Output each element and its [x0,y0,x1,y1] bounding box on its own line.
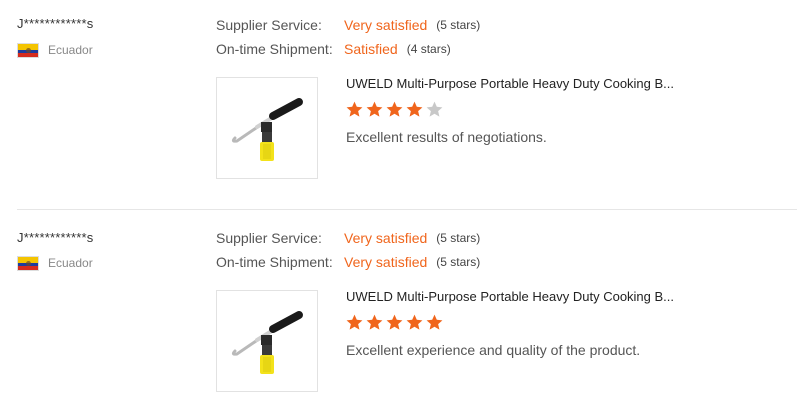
supplier-service-stars: (5 stars) [436,18,481,32]
star-icon [425,100,445,120]
supplier-service-label: Supplier Service: [216,230,322,246]
supplier-service-value: Very satisfied [344,230,428,246]
buyer-country: Ecuador [17,41,93,59]
buyer-name: J************s [17,230,94,245]
supplier-service-value: Very satisfied [344,17,428,33]
shipment-stars: (5 stars) [436,255,481,269]
star-icon [425,313,445,333]
supplier-service-rating: Supplier Service: Very satisfied (5 star… [216,229,480,247]
shipment-value: Satisfied [344,41,398,57]
country-name: Ecuador [48,43,93,57]
star-icon [345,313,365,333]
star-icon [385,100,405,120]
shipment-rating: On-time Shipment: Very satisfied (5 star… [216,253,480,271]
country-name: Ecuador [48,256,93,270]
shipment-label: On-time Shipment: [216,254,333,270]
review-comment: Excellent results of negotiations. [346,129,547,145]
ecuador-flag-icon [17,255,39,271]
shipment-rating: On-time Shipment: Satisfied (4 stars) [216,40,451,58]
review-item: J************s Ecuador Supplier Service:… [0,0,797,210]
product-rating [345,313,445,333]
review-comment: Excellent experience and quality of the … [346,342,641,358]
star-icon [345,100,365,120]
star-icon [365,100,385,120]
product-title-link[interactable]: UWELD Multi-Purpose Portable Heavy Duty … [346,289,691,304]
product-thumbnail[interactable] [216,290,318,392]
shipment-value: Very satisfied [344,254,428,270]
star-icon [365,313,385,333]
shipment-stars: (4 stars) [406,42,451,56]
buyer-name: J************s [17,16,94,31]
ecuador-flag-icon [17,42,39,58]
torch-product-image [231,98,303,161]
product-title-link[interactable]: UWELD Multi-Purpose Portable Heavy Duty … [346,76,691,91]
star-icon [405,313,425,333]
supplier-service-rating: Supplier Service: Very satisfied (5 star… [216,16,480,34]
buyer-country: Ecuador [17,254,93,272]
review-item: J************s Ecuador Supplier Service:… [0,209,797,414]
shipment-label: On-time Shipment: [216,41,333,57]
supplier-service-stars: (5 stars) [436,231,481,245]
torch-product-image [231,311,303,374]
supplier-service-label: Supplier Service: [216,17,322,33]
star-icon [385,313,405,333]
star-icon [405,100,425,120]
product-rating [345,100,445,120]
product-thumbnail[interactable] [216,77,318,179]
